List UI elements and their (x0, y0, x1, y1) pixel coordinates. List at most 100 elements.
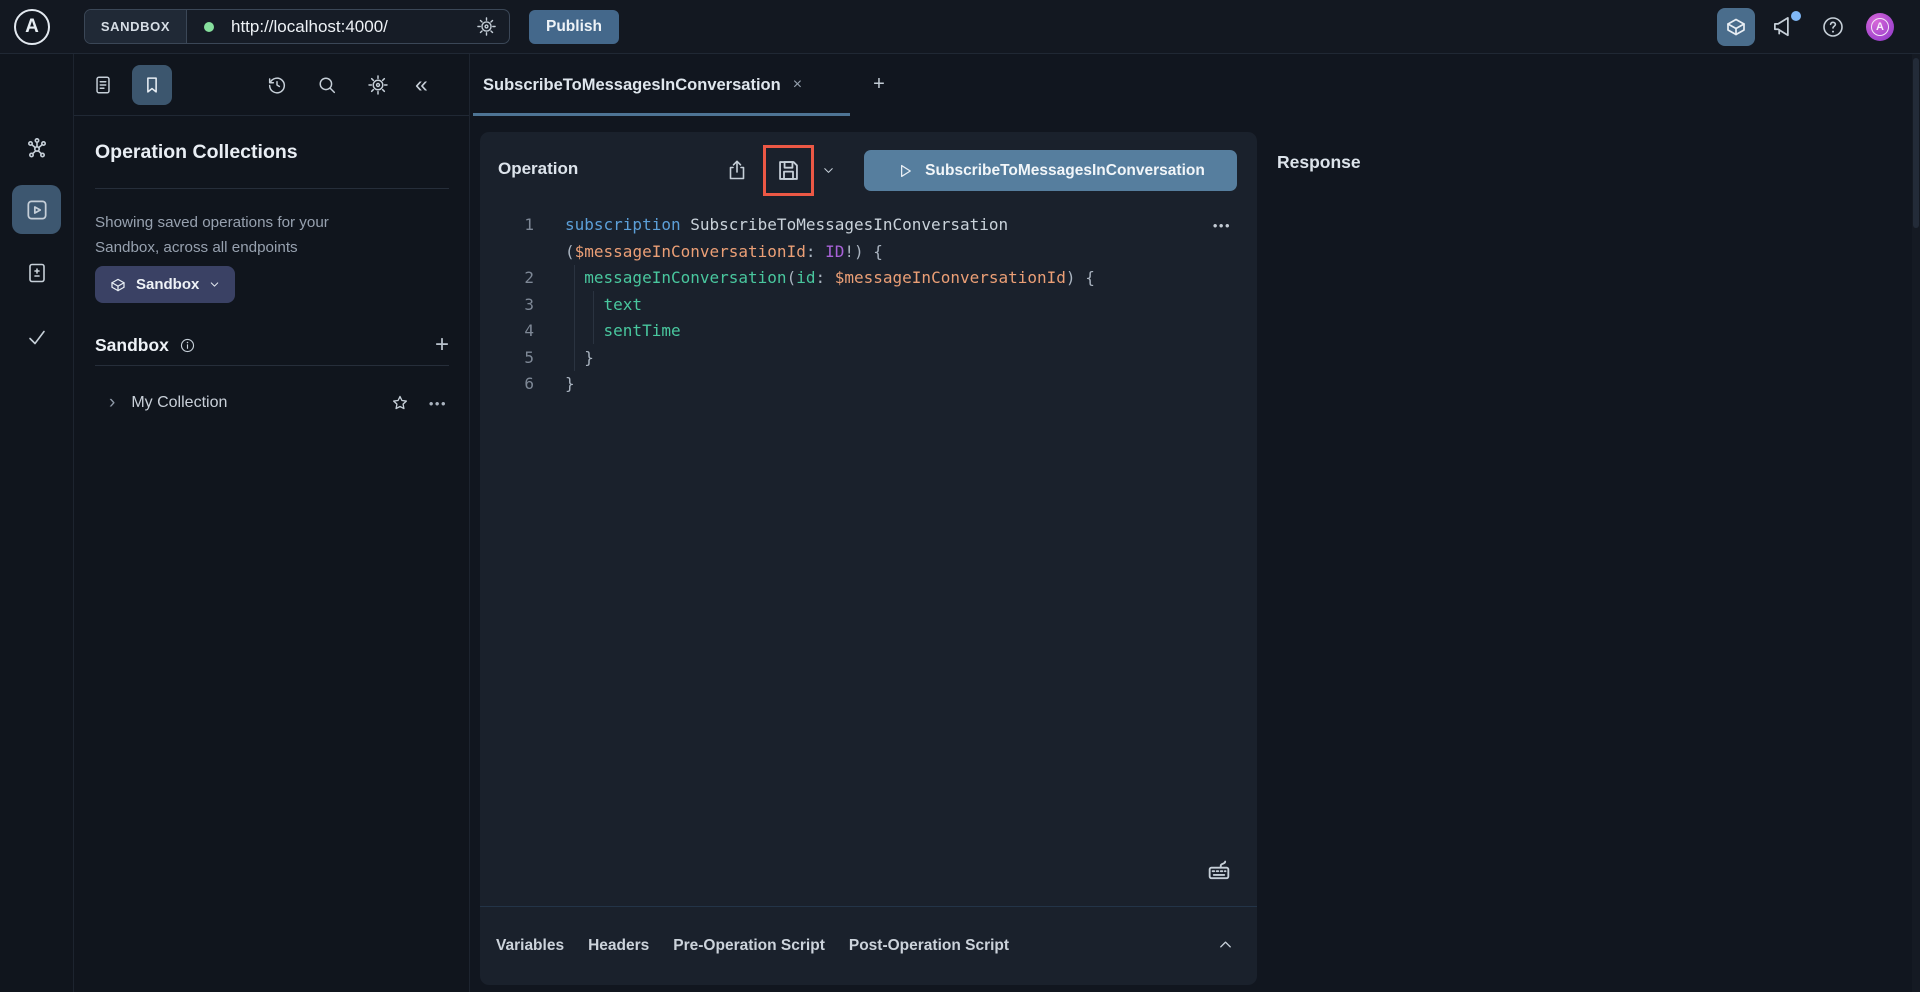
line-number: 5 (480, 345, 552, 372)
code-line[interactable]: 3 text (480, 292, 1257, 319)
indent-guide (593, 291, 594, 344)
sidebar-toolbar: « (74, 54, 469, 116)
line-number: 4 (480, 318, 552, 345)
chevron-right-icon[interactable]: › (109, 392, 115, 414)
code-line[interactable]: 4 sentTime (480, 318, 1257, 345)
history-tab-button[interactable] (266, 74, 288, 96)
save-operation-button[interactable] (775, 157, 802, 184)
bookmark-icon (141, 74, 163, 96)
code-line[interactable]: 2 messageInConversation(id: $messageInCo… (480, 265, 1257, 292)
line-number (480, 239, 552, 266)
sidebar-title: Operation Collections (95, 141, 298, 164)
annotation-highlight-box (763, 145, 814, 196)
code-text: subscription SubscribeToMessagesInConver… (565, 212, 1008, 239)
operation-panel: Operation (480, 132, 1257, 985)
sidebar-description: Showing saved operations for your Sandbo… (95, 210, 395, 260)
save-options-caret-button[interactable] (821, 163, 836, 178)
code-text: ($messageInConversationId: ID!) { (565, 239, 883, 266)
left-rail: » (0, 54, 74, 992)
connection-settings-button[interactable] (476, 16, 497, 37)
play-icon (896, 162, 914, 180)
run-button-label: SubscribeToMessagesInConversation (925, 162, 1205, 180)
save-floppy-icon (775, 157, 802, 184)
footer-tab-pre-operation-script[interactable]: Pre-Operation Script (673, 937, 825, 955)
scrollbar-thumb[interactable] (1913, 58, 1919, 228)
close-tab-icon[interactable]: × (793, 76, 802, 94)
new-tab-button[interactable]: + (866, 71, 892, 97)
notification-dot (1791, 11, 1801, 21)
footer-tab-headers[interactable]: Headers (588, 937, 649, 955)
code-text: messageInConversation(id: $messageInConv… (565, 265, 1095, 292)
indent-guide (574, 265, 575, 371)
sidebar-divider (95, 188, 449, 189)
chevron-down-icon (208, 278, 221, 291)
code-text: sentTime (565, 318, 681, 345)
operation-collections-sidebar: « Operation Collections Showing saved op… (74, 54, 470, 992)
code-line[interactable]: ($messageInConversationId: ID!) { (480, 239, 1257, 266)
code-lines: 1 subscription SubscribeToMessagesInConve… (480, 212, 1257, 398)
apollo-logo-letter: A (25, 16, 39, 38)
editor-more-button[interactable]: ••• (1213, 218, 1231, 233)
publish-button[interactable]: Publish (529, 10, 619, 44)
graph-picker-label: Sandbox (136, 276, 199, 293)
document-icon (92, 74, 114, 96)
checks-nav-button[interactable] (25, 325, 49, 349)
keyboard-shortcuts-button[interactable] (1205, 856, 1233, 884)
explorer-nav-button[interactable] (12, 185, 61, 234)
tab-subscribe-to-messages[interactable]: SubscribeToMessagesInConversation × (473, 54, 850, 116)
code-line[interactable]: 5 } (480, 345, 1257, 372)
saved-operations-tab-button[interactable] (132, 65, 172, 105)
add-collection-button[interactable]: + (435, 333, 449, 357)
scrollbar[interactable] (1912, 54, 1920, 992)
line-number: 1 (480, 212, 552, 239)
documentation-tab-button[interactable] (92, 74, 114, 96)
avatar-letter: A (1871, 18, 1889, 36)
collection-more-button[interactable]: ••• (429, 396, 447, 411)
chevron-down-icon (821, 163, 836, 178)
keyboard-icon (1205, 856, 1233, 884)
code-editor[interactable]: 1 subscription SubscribeToMessagesInConve… (480, 212, 1257, 398)
history-icon (266, 74, 288, 96)
collapse-sidebar-button[interactable]: « (415, 69, 428, 99)
info-icon[interactable] (179, 337, 196, 354)
share-operation-button[interactable] (725, 158, 749, 182)
code-line[interactable]: 6} (480, 371, 1257, 398)
search-tab-button[interactable] (316, 74, 338, 96)
collection-name: My Collection (131, 394, 227, 412)
code-text: } (565, 371, 575, 398)
collection-row-my-collection[interactable]: › My Collection ••• (95, 384, 449, 422)
code-line[interactable]: 1 subscription SubscribeToMessagesInConve… (480, 212, 1257, 239)
tab-bar: SubscribeToMessagesInConversation × + (470, 54, 1920, 116)
help-icon (1821, 15, 1845, 39)
settings-tab-button[interactable] (367, 74, 389, 96)
document-diff-icon (25, 261, 49, 285)
expand-footer-button[interactable] (1216, 935, 1235, 954)
chevron-up-icon (1216, 935, 1235, 954)
line-number: 2 (480, 265, 552, 292)
help-button[interactable] (1821, 15, 1845, 39)
favorite-star-icon[interactable] (390, 393, 410, 413)
sandbox-mode-button[interactable] (1717, 8, 1755, 46)
footer-tab-variables[interactable]: Variables (496, 937, 564, 955)
sidebar-divider (95, 365, 449, 366)
sketches-nav-button[interactable] (25, 261, 49, 285)
sandbox-section-header: Sandbox + (95, 330, 449, 360)
sandbox-badge: SANDBOX (85, 10, 187, 43)
operation-panel-title: Operation (498, 159, 578, 179)
footer-tab-post-operation-script[interactable]: Post-Operation Script (849, 937, 1009, 955)
connection-status-dot (204, 22, 214, 32)
graph-network-icon (25, 136, 49, 160)
endpoint-url-input[interactable]: http://localhost:4000/ (231, 17, 388, 37)
code-text: } (565, 345, 594, 372)
schema-graph-button[interactable] (25, 136, 49, 160)
search-icon (316, 74, 338, 96)
gear-icon (367, 74, 389, 96)
apollo-logo[interactable]: A (14, 9, 50, 45)
endpoint-bar: SANDBOX http://localhost:4000/ (84, 9, 510, 44)
announcements-button[interactable] (1770, 13, 1800, 43)
apollo-sandbox-app: A SANDBOX http://localhost:4000/ Publish (0, 0, 1920, 992)
topbar: A SANDBOX http://localhost:4000/ Publish (0, 0, 1920, 54)
user-avatar[interactable]: A (1866, 13, 1894, 41)
run-operation-button[interactable]: SubscribeToMessagesInConversation (864, 150, 1237, 191)
graph-picker-button[interactable]: Sandbox (95, 266, 235, 303)
